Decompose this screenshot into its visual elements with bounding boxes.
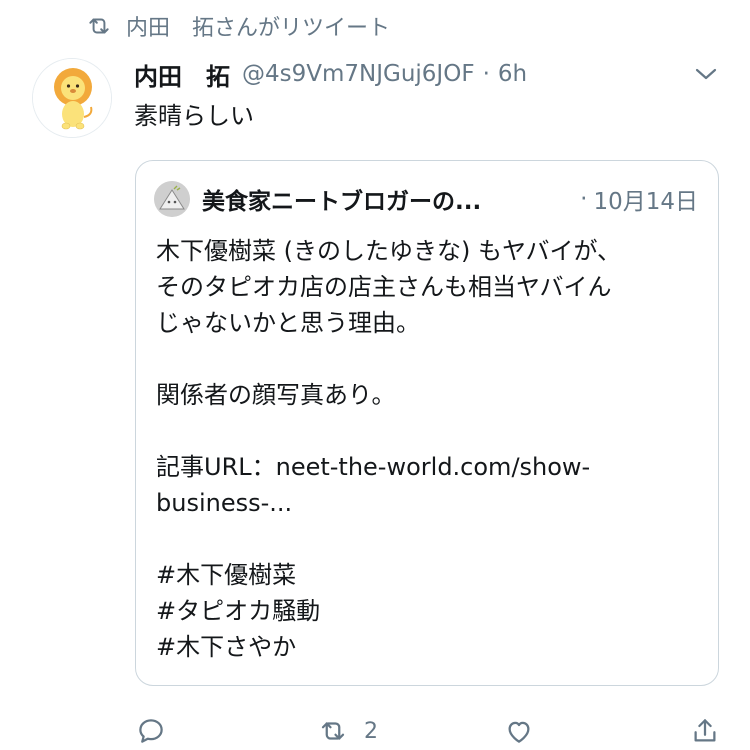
hashtag: #木下優樹菜 [156, 561, 297, 589]
tweet-page: 内田 拓さんがリツイート 内田 拓 @4s9Vm7NJGuj6JOF · 6h [0, 0, 750, 750]
like-button[interactable] [504, 716, 534, 746]
tweet-header: 内田 拓 @4s9Vm7NJGuj6JOF · 6h [134, 56, 527, 92]
retweet-button[interactable]: 2 [318, 716, 378, 746]
quoted-line [156, 341, 706, 377]
tweet-menu-button[interactable] [692, 62, 720, 86]
quoted-text: 木下優樹菜 (きのしたゆきな) もヤバイが、 そのタピオカ店の店主さんも相当ヤバ… [156, 233, 706, 665]
share-icon [694, 719, 716, 742]
reply-button[interactable] [136, 716, 166, 746]
quoted-line: 関係者の顔写真あり。 [156, 381, 396, 409]
tweet-time[interactable]: 6h [498, 61, 527, 87]
separator-dot: · [580, 186, 588, 212]
user-handle[interactable]: @4s9Vm7NJGuj6JOF [242, 61, 475, 87]
heart-icon [508, 721, 530, 743]
chevron-down-icon [695, 68, 717, 80]
quoted-line: そのタピオカ店の店主さんも相当ヤバイん [156, 273, 612, 301]
retweet-context-text: 内田 拓さんがリツイート [126, 16, 391, 41]
retweet-icon [89, 18, 109, 34]
quoted-date: 10月14日 [593, 189, 698, 215]
quoted-meta: · 10月14日 [580, 181, 698, 217]
tweet-text: 素晴らしい [134, 102, 254, 130]
share-button[interactable] [690, 716, 720, 746]
separator-dot: · [482, 61, 490, 87]
reply-icon [139, 719, 163, 743]
quoted-line: 木下優樹菜 (きのしたゆきな) もヤバイが、 [156, 237, 622, 265]
hashtag: #タピオカ騒動 [156, 597, 321, 625]
quoted-tweet[interactable]: 美食家ニートブロガーの... · 10月14日 木下優樹菜 (きのしたゆきな) … [135, 160, 719, 686]
quoted-avatar [154, 181, 190, 217]
retweet-count: 2 [364, 718, 378, 744]
retweet-icon [321, 722, 345, 740]
lion-avatar-icon [33, 59, 111, 137]
quoted-line [156, 413, 706, 449]
hashtag: #木下さやか [156, 633, 297, 661]
quoted-display-name: 美食家ニートブロガーの... [202, 189, 482, 215]
quoted-line: じゃないかと思う理由。 [156, 309, 420, 337]
quoted-line [156, 521, 706, 557]
action-bar: 2 [0, 712, 750, 750]
display-name[interactable]: 内田 拓 [134, 57, 230, 92]
retweet-context: 内田 拓さんがリツイート [86, 10, 390, 42]
blogger-avatar-icon [154, 181, 190, 217]
quoted-url-line: business-... [156, 489, 293, 517]
avatar[interactable] [32, 58, 112, 138]
quoted-url-line: 記事URL：neet-the-world.com/show- [156, 453, 591, 481]
